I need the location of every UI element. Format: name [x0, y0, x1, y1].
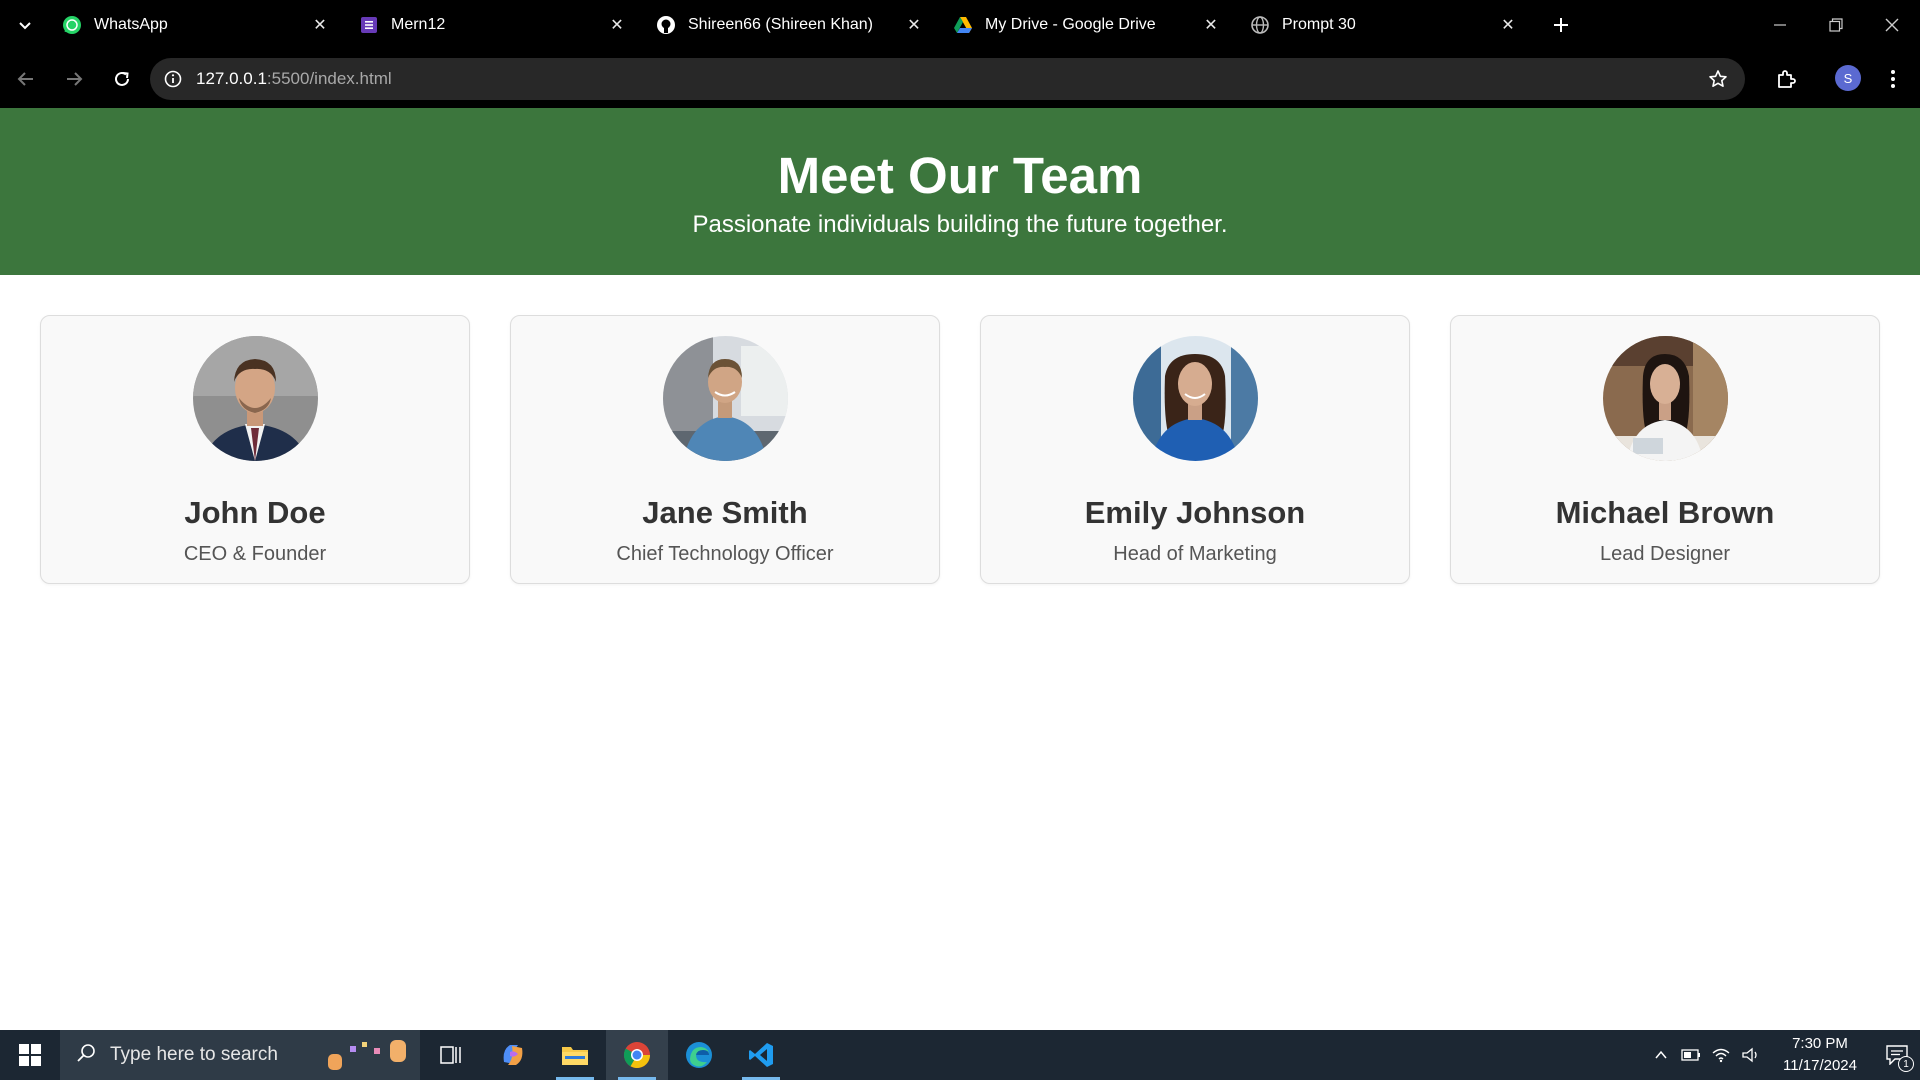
task-view-icon[interactable] [420, 1030, 482, 1080]
member-name: John Doe [184, 495, 326, 530]
avatar [1602, 336, 1728, 461]
tab-whatsapp[interactable]: WhatsApp ✕ [50, 0, 347, 50]
tab-mern12[interactable]: Mern12 ✕ [347, 0, 644, 50]
close-window-icon[interactable] [1864, 0, 1920, 50]
extensions-puzzle-icon[interactable] [1766, 59, 1806, 99]
url-text: 127.0.0.1:5500/index.html [196, 69, 392, 89]
tab-close-icon[interactable]: ✕ [305, 10, 335, 40]
site-info-icon[interactable] [152, 58, 194, 100]
tab-google-drive[interactable]: My Drive - Google Drive ✕ [941, 0, 1238, 50]
volume-icon[interactable] [1736, 1030, 1766, 1080]
avatar [1132, 336, 1258, 461]
tab-close-icon[interactable]: ✕ [1493, 10, 1523, 40]
github-icon [656, 15, 676, 35]
tab-github[interactable]: Shireen66 (Shireen Khan) ✕ [644, 0, 941, 50]
tab-prompt-30[interactable]: Prompt 30 ✕ [1238, 0, 1535, 50]
tab-search-chevron-icon[interactable] [0, 0, 50, 50]
tab-title: WhatsApp [94, 16, 168, 33]
taskbar-search-box[interactable]: Type here to search [60, 1030, 420, 1080]
file-explorer-icon[interactable] [544, 1030, 606, 1080]
window-controls [1752, 0, 1920, 50]
tab-title: Mern12 [391, 16, 446, 33]
team-header: Meet Our Team Passionate individuals bui… [0, 108, 1920, 275]
team-card: Emily Johnson Head of Marketing [980, 315, 1410, 584]
edge-icon[interactable] [668, 1030, 730, 1080]
team-card: John Doe CEO & Founder [40, 315, 470, 584]
search-highlight-lanterns-icon [326, 1040, 410, 1070]
avatar [662, 336, 788, 461]
clock-time: 7:30 PM [1792, 1035, 1848, 1052]
bookmark-star-icon[interactable] [1705, 66, 1731, 92]
member-name: Michael Brown [1555, 495, 1775, 530]
wifi-icon[interactable] [1706, 1030, 1736, 1080]
forms-icon [359, 15, 379, 35]
windows-taskbar: Type here to search 7:30 PM 11/17/2024 1 [0, 1030, 1920, 1080]
back-arrow-icon[interactable] [4, 57, 48, 101]
profile-avatar[interactable]: S [1835, 65, 1861, 91]
url-path: :5500/index.html [266, 69, 392, 88]
notification-badge: 1 [1898, 1056, 1914, 1072]
team-card: Michael Brown Lead Designer [1450, 315, 1880, 584]
search-icon [76, 1043, 96, 1068]
page-subtitle: Passionate individuals building the futu… [692, 211, 1228, 238]
new-tab-plus-icon[interactable] [1541, 5, 1581, 45]
vscode-icon[interactable] [730, 1030, 792, 1080]
browser-toolbar: 127.0.0.1:5500/index.html S [0, 50, 1920, 108]
tab-title: Shireen66 (Shireen Khan) [688, 16, 874, 33]
google-drive-icon [953, 15, 973, 35]
member-name: Emily Johnson [1084, 495, 1306, 530]
tab-close-icon[interactable]: ✕ [1196, 10, 1226, 40]
windows-start-icon[interactable] [0, 1030, 60, 1080]
chevron-up-icon[interactable] [1646, 1030, 1676, 1080]
tab-close-icon[interactable]: ✕ [602, 10, 632, 40]
search-placeholder: Type here to search [110, 1044, 278, 1065]
member-role: CEO & Founder [183, 543, 327, 565]
url-host: 127.0.0.1 [196, 69, 267, 88]
chrome-icon[interactable] [606, 1030, 668, 1080]
tab-title: Prompt 30 [1282, 16, 1356, 33]
minimize-icon[interactable] [1752, 0, 1808, 50]
battery-icon[interactable] [1676, 1030, 1706, 1080]
avatar [192, 336, 318, 461]
whatsapp-icon [62, 15, 82, 35]
copilot-icon[interactable] [482, 1030, 544, 1080]
member-role: Chief Technology Officer [616, 543, 834, 565]
team-grid: John Doe CEO & Founder Jane Smith Chief … [40, 315, 1880, 584]
page-title: Meet Our Team [777, 147, 1143, 204]
globe-icon [1250, 15, 1270, 35]
address-bar[interactable]: 127.0.0.1:5500/index.html [150, 58, 1745, 100]
more-menu-icon[interactable] [1878, 59, 1908, 99]
team-card: Jane Smith Chief Technology Officer [510, 315, 940, 584]
notification-center-icon[interactable]: 1 [1874, 1030, 1920, 1080]
system-tray: 7:30 PM 11/17/2024 1 [1646, 1030, 1920, 1080]
taskbar-clock[interactable]: 7:30 PM 11/17/2024 [1774, 1033, 1866, 1077]
member-role: Lead Designer [1599, 543, 1731, 565]
restore-icon[interactable] [1808, 0, 1864, 50]
member-name: Jane Smith [642, 495, 808, 530]
forward-arrow-icon[interactable] [52, 57, 96, 101]
browser-tab-bar: WhatsApp ✕ Mern12 ✕ Shireen66 (Shireen K… [0, 0, 1920, 50]
reload-icon[interactable] [100, 57, 144, 101]
clock-date: 11/17/2024 [1783, 1057, 1857, 1074]
member-role: Head of Marketing [1113, 543, 1277, 565]
tab-close-icon[interactable]: ✕ [899, 10, 929, 40]
tab-title: My Drive - Google Drive [985, 16, 1156, 33]
